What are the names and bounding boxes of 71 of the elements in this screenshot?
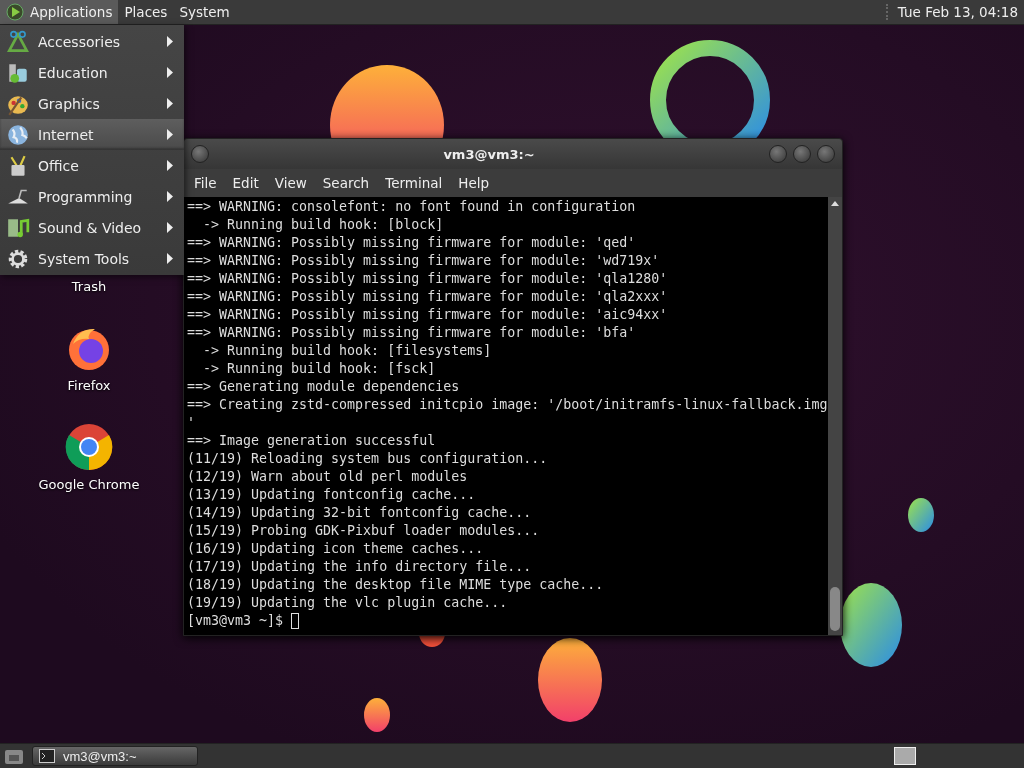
play-logo-icon <box>6 3 24 21</box>
scroll-up-icon[interactable] <box>830 199 840 209</box>
close-button[interactable] <box>817 145 835 163</box>
wallpaper-bubble <box>364 698 390 732</box>
minimize-button[interactable] <box>769 145 787 163</box>
menu-item[interactable]: Search <box>314 171 378 195</box>
submenu-arrow-icon <box>166 98 174 109</box>
submenu-arrow-icon <box>166 36 174 47</box>
show-desktop-icon[interactable] <box>4 747 24 765</box>
terminal-line: -> Running build hook: [block] <box>202 216 445 234</box>
menu-item[interactable]: Accessories <box>0 26 184 57</box>
window-title: vm3@vm3:~ <box>442 146 536 162</box>
submenu-arrow-icon <box>166 67 174 78</box>
scrollbar-thumb[interactable] <box>830 587 840 631</box>
terminal-line: (14/19) Updating 32-bit fontconfig cache... <box>187 504 533 522</box>
terminal-line: (19/19) Updating the vlc plugin cache... <box>187 594 509 612</box>
terminal-line: ==> WARNING: consolefont: no font found in configuration <box>187 198 637 216</box>
terminal-line: ==> Creating zstd-compressed initcpio image: '/boot/initramfs-linux-fallback.img <box>187 396 825 414</box>
menu-item[interactable]: Help <box>450 171 498 195</box>
desktop-icon-label[interactable]: Google Chrome <box>38 477 140 492</box>
terminal-line: ==> WARNING: Possibly missing firmware for module: 'qla1280' <box>187 270 669 288</box>
terminal-line: (16/19) Updating icon theme caches... <box>187 540 485 558</box>
terminal-icon <box>39 749 55 763</box>
submenu-arrow-icon <box>166 222 174 233</box>
menu-item[interactable]: System Tools <box>0 243 184 274</box>
wallpaper-bubble <box>908 498 934 532</box>
scrollbar[interactable] <box>828 197 842 635</box>
terminal-line: (17/19) Updating the info directory file... <box>187 558 533 576</box>
menu-item[interactable]: Sound & Video <box>0 212 184 243</box>
terminal-line: ' <box>187 414 196 432</box>
submenu-arrow-icon <box>166 191 174 202</box>
menu-item[interactable]: Edit <box>224 171 267 195</box>
menu-item[interactable]: View <box>266 171 315 195</box>
panel-menu[interactable]: Places <box>118 0 174 24</box>
menu-item[interactable]: Graphics <box>0 88 184 119</box>
panel-menu[interactable]: Applications <box>0 0 119 24</box>
menu-item[interactable]: File <box>186 171 225 195</box>
chrome-wheel-icon[interactable] <box>65 423 113 471</box>
submenu-arrow-icon <box>166 253 174 264</box>
text-cursor <box>291 613 300 629</box>
terminal-line: ==> WARNING: Possibly missing firmware for module: 'aic94xx' <box>187 306 669 324</box>
terminal-line: (13/19) Updating fontconfig cache... <box>187 486 477 504</box>
submenu-arrow-icon <box>166 160 174 171</box>
menu-item[interactable]: Office <box>0 150 184 181</box>
menu-item[interactable]: Education <box>0 57 184 88</box>
terminal-line: ==> Image generation successful <box>187 432 437 450</box>
workspace-switcher[interactable] <box>894 747 916 765</box>
clock[interactable]: Tue Feb 13, 04:18 <box>885 4 1024 20</box>
terminal-line: ==> WARNING: Possibly missing firmware for module: 'wd719x' <box>187 252 661 270</box>
terminal-line: (11/19) Reloading system bus configuration... <box>187 450 549 468</box>
window-menu-button[interactable] <box>191 145 209 163</box>
terminal-line: -> Running build hook: [fsck] <box>202 360 437 378</box>
desktop-icon-label[interactable]: Firefox <box>67 378 111 393</box>
terminal-line: ==> Generating module dependencies <box>187 378 461 396</box>
terminal-line: -> Running build hook: [filesystems] <box>202 342 493 360</box>
globe-icon <box>6 122 30 147</box>
terminal-line: (18/19) Updating the desktop file MIME type cache... <box>187 576 605 594</box>
maximize-button[interactable] <box>793 145 811 163</box>
terminal-line: ==> WARNING: Possibly missing firmware for module: 'bfa' <box>187 324 637 342</box>
submenu-arrow-icon <box>166 129 174 140</box>
menu-item[interactable]: Programming <box>0 181 184 212</box>
menu-item[interactable]: Terminal <box>377 171 451 195</box>
shell-prompt: [vm3@vm3 ~]$ <box>187 612 284 630</box>
panel-menu[interactable]: System <box>173 0 236 24</box>
taskbar-button[interactable]: vm3@vm3:~ <box>32 746 198 766</box>
desktop-icon-label[interactable]: Trash <box>71 279 107 294</box>
terminal-line: (15/19) Probing GDK-Pixbuf loader modules... <box>187 522 541 540</box>
terminal-line: ==> WARNING: Possibly missing firmware for module: 'qla2xxx' <box>187 288 669 306</box>
terminal-line: ==> WARNING: Possibly missing firmware for module: 'qed' <box>187 234 637 252</box>
menu-item[interactable]: Internet <box>0 119 184 150</box>
terminal-line: (12/19) Warn about old perl modules <box>187 468 469 486</box>
